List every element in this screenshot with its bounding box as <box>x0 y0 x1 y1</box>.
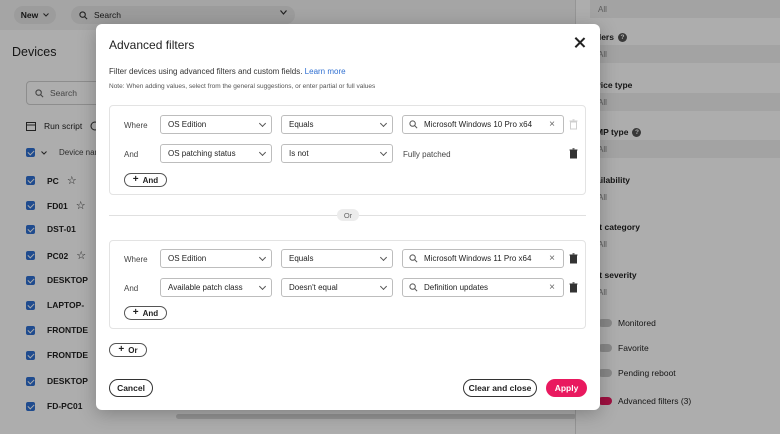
search-icon <box>409 254 418 263</box>
chevron-down-icon <box>379 148 388 157</box>
field-select[interactable]: Available patch class <box>160 278 272 297</box>
chevron-down-icon <box>379 253 388 262</box>
trash-icon[interactable] <box>569 282 578 293</box>
cancel-button[interactable]: Cancel <box>109 379 153 397</box>
operator-value: Is not <box>289 149 309 158</box>
condition-label: And <box>124 150 139 159</box>
add-and-label: And <box>142 308 159 318</box>
value-input[interactable]: Definition updates × <box>402 278 564 297</box>
operator-select[interactable]: Equals <box>281 115 393 134</box>
field-value: Available patch class <box>168 283 243 292</box>
learn-more-link[interactable]: Learn more <box>305 67 346 76</box>
operator-select[interactable]: Equals <box>281 249 393 268</box>
operator-select[interactable]: Doesn't equal <box>281 278 393 297</box>
filter-group: Where OS Edition Equals Microsoft Window… <box>109 240 586 329</box>
plus-icon: + <box>132 174 139 185</box>
search-icon <box>409 120 418 129</box>
value-text: Microsoft Windows 11 Pro x64 <box>424 254 532 263</box>
value-text: Fully patched <box>403 150 451 159</box>
search-icon <box>409 283 418 292</box>
chevron-down-icon <box>258 253 267 262</box>
operator-value: Equals <box>289 254 314 263</box>
clear-and-close-button[interactable]: Clear and close <box>463 379 537 397</box>
chevron-down-icon <box>379 119 388 128</box>
condition-label: Where <box>124 255 148 264</box>
field-value: OS Edition <box>168 254 207 263</box>
operator-select[interactable]: Is not <box>281 144 393 163</box>
dialog-title: Advanced filters <box>109 38 195 52</box>
chevron-down-icon <box>258 148 267 157</box>
dialog-note: Note: When adding values, select from th… <box>109 83 376 90</box>
field-value: OS Edition <box>168 120 207 129</box>
condition-label: Where <box>124 121 148 130</box>
field-select[interactable]: OS patching status <box>160 144 272 163</box>
condition-label: And <box>124 284 139 293</box>
add-and-button[interactable]: + And <box>124 306 167 320</box>
filter-group: Where OS Edition Equals Microsoft Window… <box>109 105 586 195</box>
clear-icon[interactable]: × <box>549 282 555 293</box>
field-select[interactable]: OS Edition <box>160 249 272 268</box>
operator-value: Equals <box>289 120 314 129</box>
value-text: Definition updates <box>424 283 489 292</box>
add-and-button[interactable]: + And <box>124 173 167 187</box>
chevron-down-icon <box>379 282 388 291</box>
value-text: Microsoft Windows 10 Pro x64 <box>424 120 533 129</box>
chevron-down-icon <box>258 282 267 291</box>
dialog-description: Filter devices using advanced filters an… <box>109 67 346 76</box>
add-and-label: And <box>142 175 159 185</box>
chevron-down-icon <box>258 119 267 128</box>
value-input[interactable]: Microsoft Windows 11 Pro x64 × <box>402 249 564 268</box>
or-divider-label: Or <box>337 209 359 221</box>
plus-icon: + <box>118 344 125 355</box>
clear-icon[interactable]: × <box>549 119 555 130</box>
close-icon[interactable] <box>574 37 586 49</box>
add-or-label: Or <box>128 345 138 355</box>
value-input[interactable]: Microsoft Windows 10 Pro x64 × <box>402 115 564 134</box>
advanced-filters-dialog: Advanced filters Filter devices using ad… <box>96 24 600 410</box>
apply-button[interactable]: Apply <box>546 379 587 397</box>
plus-icon: + <box>132 307 139 318</box>
trash-icon <box>569 119 578 130</box>
description-text: Filter devices using advanced filters an… <box>109 67 303 76</box>
add-or-button[interactable]: + Or <box>109 343 147 357</box>
field-value: OS patching status <box>168 149 236 158</box>
trash-icon[interactable] <box>569 253 578 264</box>
clear-icon[interactable]: × <box>549 253 555 264</box>
field-select[interactable]: OS Edition <box>160 115 272 134</box>
operator-value: Doesn't equal <box>289 283 338 292</box>
trash-icon[interactable] <box>569 148 578 159</box>
